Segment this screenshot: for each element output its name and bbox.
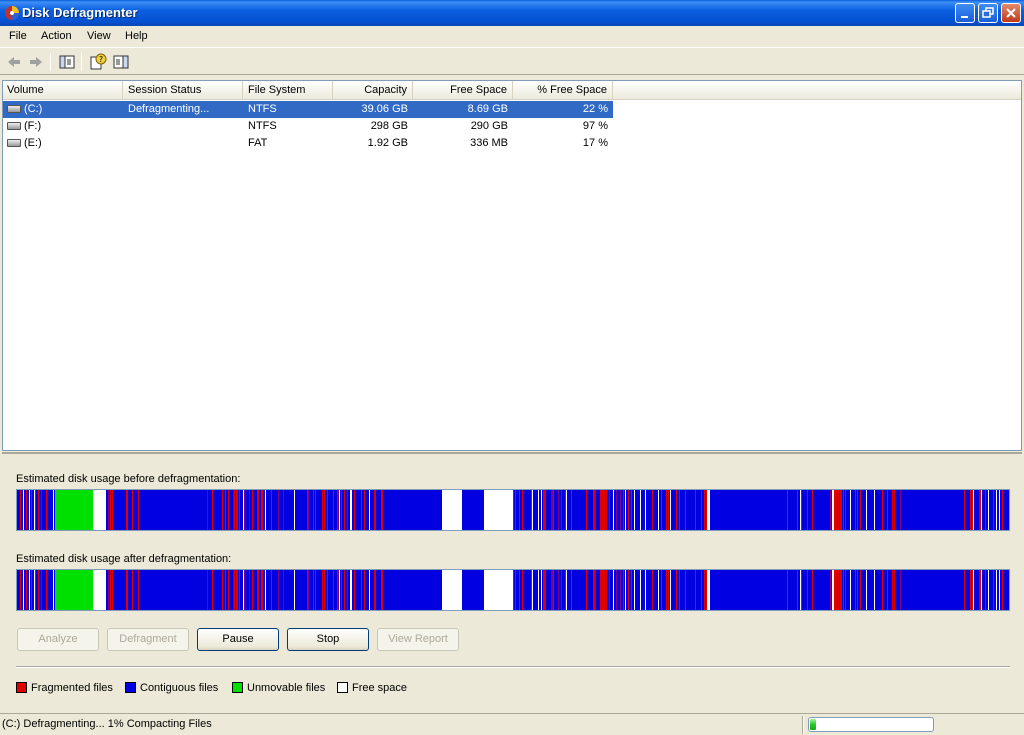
forward-arrow-icon[interactable] — [27, 53, 45, 71]
status-bar: (C:) Defragmenting... 1% Compacting File… — [0, 713, 1024, 735]
cell-percent-free: 17 % — [582, 137, 608, 149]
volume-list[interactable]: Volume Session Status File System Capaci… — [2, 80, 1022, 451]
restore-icon — [982, 7, 994, 18]
legend-contiguous-label: Contiguous files — [140, 682, 219, 694]
analysis-pane: Estimated disk usage before defragmentat… — [2, 452, 1022, 710]
back-arrow-icon[interactable] — [5, 53, 23, 71]
volume-row[interactable]: (E:) FAT 1.92 GB 336 MB 17 % — [3, 135, 613, 152]
menu-help[interactable]: Help — [125, 30, 148, 42]
progress-fill — [810, 719, 817, 730]
free-space-swatch — [337, 682, 348, 693]
cell-file-system: NTFS — [248, 120, 277, 132]
title-bar: Disk Defragmenter — [0, 0, 1024, 26]
cell-free-space: 8.69 GB — [467, 103, 508, 115]
column-header-session-status[interactable]: Session Status — [123, 81, 243, 100]
restore-button[interactable] — [978, 3, 998, 23]
cell-session-status: Defragmenting... — [128, 103, 210, 115]
legend-contiguous: Contiguous files — [125, 682, 218, 694]
menu-view[interactable]: View — [87, 30, 111, 42]
cell-file-system: FAT — [248, 137, 268, 149]
status-text: (C:) Defragmenting... 1% Compacting File… — [2, 718, 212, 730]
menu-file[interactable]: File — [9, 30, 27, 42]
legend-divider — [16, 666, 1010, 668]
before-defrag-display — [16, 489, 1010, 531]
help-icon[interactable]: ? — [89, 53, 107, 71]
show-hide-console-tree-icon[interactable] — [58, 53, 76, 71]
column-header-volume[interactable]: Volume — [3, 81, 123, 100]
menu-action[interactable]: Action — [41, 30, 72, 42]
cell-free-space: 336 MB — [470, 137, 508, 149]
status-separator — [802, 716, 804, 734]
show-hide-action-pane-icon[interactable] — [112, 53, 130, 71]
after-defrag-display — [16, 569, 1010, 611]
unmovable-swatch — [232, 682, 243, 693]
minimize-button[interactable] — [955, 3, 975, 23]
disk-defragmenter-app-icon — [5, 6, 19, 20]
svg-text:?: ? — [99, 55, 103, 64]
before-defrag-map — [17, 490, 1009, 530]
contiguous-swatch — [125, 682, 136, 693]
column-header-free-space[interactable]: Free Space — [413, 81, 513, 100]
column-header-capacity[interactable]: Capacity — [333, 81, 413, 100]
column-header-filler — [613, 81, 1021, 100]
legend-unmovable: Unmovable files — [232, 682, 325, 694]
analyze-button[interactable]: Analyze — [17, 628, 99, 651]
defrag-progress-bar — [808, 717, 934, 732]
view-report-button[interactable]: View Report — [377, 628, 459, 651]
menu-bar: File Action View Help — [0, 26, 1024, 48]
toolbar: ? — [0, 49, 1024, 75]
window-title: Disk Defragmenter — [22, 5, 138, 20]
defragment-button[interactable]: Defragment — [107, 628, 189, 651]
column-header-file-system[interactable]: File System — [243, 81, 333, 100]
hard-drive-icon — [7, 105, 21, 113]
legend-fragmented: Fragmented files — [16, 682, 113, 694]
minimize-icon — [961, 16, 968, 18]
toolbar-separator — [50, 53, 51, 71]
cell-percent-free: 97 % — [582, 120, 608, 132]
cell-capacity: 298 GB — [370, 120, 408, 132]
cell-capacity: 39.06 GB — [361, 103, 408, 115]
cell-volume: (C:) — [24, 103, 43, 115]
cell-percent-free: 22 % — [582, 103, 608, 115]
column-header-percent-free-space[interactable]: % Free Space — [513, 81, 613, 100]
cell-free-space: 290 GB — [470, 120, 508, 132]
legend-unmovable-label: Unmovable files — [247, 682, 326, 694]
volume-row[interactable]: (F:) NTFS 298 GB 290 GB 97 % — [3, 118, 613, 135]
after-defrag-label: Estimated disk usage after defragmentati… — [16, 553, 232, 565]
before-defrag-label: Estimated disk usage before defragmentat… — [16, 473, 241, 485]
toolbar-separator — [81, 53, 82, 71]
pause-button[interactable]: Pause — [197, 628, 279, 651]
cell-capacity: 1.92 GB — [367, 137, 408, 149]
hard-drive-icon — [7, 122, 21, 130]
hard-drive-icon — [7, 139, 21, 147]
cell-file-system: NTFS — [248, 103, 277, 115]
cell-volume: (F:) — [24, 120, 42, 132]
stop-button[interactable]: Stop — [287, 628, 369, 651]
legend-free-label: Free space — [352, 682, 408, 694]
close-button[interactable] — [1001, 3, 1021, 23]
fragmented-swatch — [16, 682, 27, 693]
after-defrag-map — [17, 570, 1009, 610]
close-icon — [1006, 8, 1016, 18]
cell-volume: (E:) — [24, 137, 42, 149]
legend-free: Free space — [337, 682, 407, 694]
volume-row[interactable]: (C:) Defragmenting... NTFS 39.06 GB 8.69 GB 2… — [3, 101, 613, 118]
legend-fragmented-label: Fragmented files — [31, 682, 113, 694]
